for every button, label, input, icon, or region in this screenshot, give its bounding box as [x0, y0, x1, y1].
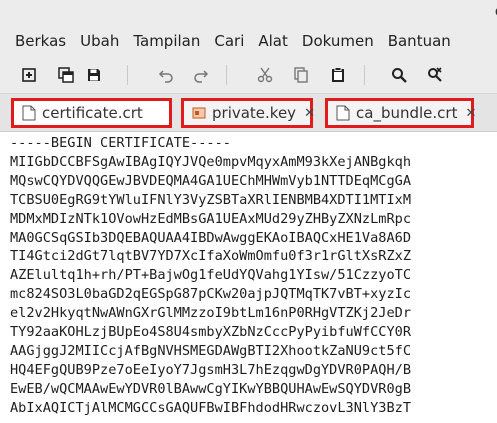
tab-certificate-crt[interactable]: certificate.crt [11, 98, 172, 128]
tab-bar: certificate.crt private.key ✕ ca_bundle.… [0, 94, 497, 132]
code-line: AAGjggJ2MIICcjAfBgNVHSMEGDAWgBTI2XhootkZ… [10, 342, 412, 359]
search-icon[interactable] [388, 64, 410, 86]
menu-cari[interactable]: Cari [214, 32, 244, 50]
paste-icon[interactable] [327, 64, 349, 86]
menu-tampilan[interactable]: Tampilan [133, 32, 200, 50]
toolbar-separator [364, 65, 365, 85]
code-line: TI4Gtci2dGt7lqtBV7YD7XcIfaXoWmOmfu0f3r1r… [10, 248, 412, 265]
menu-ubah[interactable]: Ubah [80, 32, 119, 50]
code-line: MA0GCSqGSIb3DQEBAQUAA4IBDwAwggEKAoIBAQCx… [10, 229, 412, 246]
new-window-icon[interactable] [55, 64, 77, 86]
text-file-icon [336, 105, 350, 121]
undo-icon[interactable] [155, 64, 177, 86]
code-line: MQswCQYDVQQGEwJBVDEQMA4GA1UEChMHWmVyb1NT… [10, 172, 412, 189]
menu-dokumen[interactable]: Dokumen [302, 32, 374, 50]
code-line: -----BEGIN CERTIFICATE----- [10, 135, 231, 151]
text-file-icon [22, 105, 36, 121]
code-line: mc824SO3L0baGD2qEGSpG87pCKw20ajpJQTMqTK7… [10, 286, 412, 303]
toolbar [0, 56, 497, 94]
text-editor[interactable]: -----BEGIN CERTIFICATE----- MIIGbDCCBFSg… [0, 132, 497, 423]
tab-private-key[interactable]: private.key ✕ [181, 98, 315, 128]
save-icon[interactable] [83, 64, 105, 86]
close-icon[interactable]: ✕ [304, 106, 315, 121]
menu-berkas[interactable]: Berkas [15, 32, 66, 50]
menu-bantuan[interactable]: Bantuan [388, 32, 451, 50]
tab-ca-bundle-crt[interactable]: ca_bundle.crt ✕ [325, 98, 476, 128]
code-line: AZElultq1h+rh/PT+BajwOg1feUdYQVahg1YIsw/… [10, 267, 412, 284]
menu-bar: Berkas Ubah Tampilan Cari Alat Dokumen B… [0, 26, 497, 56]
code-line: MIIGbDCCBFSgAwIBAgIQYJVQe0mpvMqyxAmM93kX… [10, 153, 412, 170]
cut-icon[interactable] [254, 64, 276, 86]
redo-icon[interactable] [190, 64, 212, 86]
toolbar-separator [127, 65, 128, 85]
tab-label: certificate.crt [42, 104, 143, 122]
code-line: HQ4EFgQUB9Pze7oEeIyoY7JgsmH3L7hEzqgwDgYD… [10, 361, 412, 378]
tab-label: private.key [212, 104, 297, 122]
code-line: AbIxAQICTjAlMCMGCCsGAQUFBwIBFhdodHRwczov… [10, 399, 412, 416]
toolbar-separator [226, 65, 227, 85]
search-replace-icon[interactable] [424, 64, 446, 86]
code-line: MDMxMDIzNTk1OVowHzEdMBsGA1UEAxMUd29yZHBy… [10, 210, 412, 227]
code-line: TCBSU0EgRG9tYWluIFNlY3VyZSBTaXRlIENBMB4X… [10, 191, 412, 208]
tab-label: ca_bundle.crt [356, 104, 458, 122]
code-line: EwEB/wQCMAAwEwYDVR0lBAwwCgYIKwYBBQUHAwEw… [10, 380, 412, 397]
window-titlebar: c [0, 0, 497, 26]
new-document-icon[interactable] [18, 64, 40, 86]
copy-icon[interactable] [290, 64, 312, 86]
menu-alat[interactable]: Alat [258, 32, 288, 50]
code-line: el2v2HkyqtNwAWnGXrGlMMzzoI9btLm16nP0RHgV… [10, 305, 412, 322]
close-icon[interactable]: ✕ [465, 106, 476, 121]
code-line: TY92aaKOHLzjBUpEo4S8U4smbyXZbNzCccPyPyib… [10, 324, 412, 341]
key-file-icon [192, 107, 206, 119]
